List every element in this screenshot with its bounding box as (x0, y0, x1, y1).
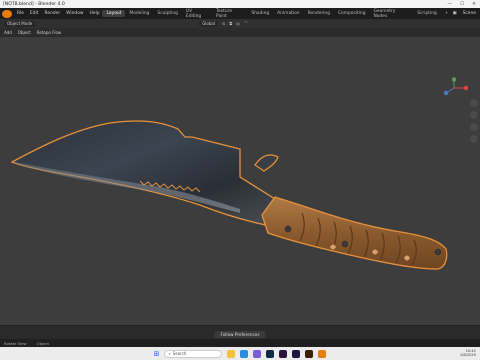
orientation-dropdown[interactable]: Global (199, 20, 218, 27)
object-menu[interactable]: Object (18, 30, 31, 35)
follow-preferences-notice[interactable]: Follow Preferences (214, 331, 266, 338)
menu-help[interactable]: Help (86, 11, 102, 16)
blender-logo-icon[interactable] (2, 9, 12, 18)
pan-icon[interactable] (470, 111, 478, 119)
menu-file[interactable]: File (14, 11, 27, 16)
taskbar-clock[interactable]: 10:41 1/8/2025 (460, 349, 476, 357)
taskbar-search[interactable]: ⌕ Search (164, 349, 223, 358)
scene-icon: ▣ (452, 11, 457, 16)
workspace-tab-sculpting[interactable]: Sculpting (153, 10, 182, 17)
taskbar-app-photoshop[interactable] (266, 349, 275, 358)
timeline-area: Follow Preferences (0, 325, 480, 339)
workspace-tab-scripting[interactable]: Scripting (413, 10, 441, 17)
taskbar-app-files[interactable] (227, 349, 236, 358)
taskbar-app-store[interactable] (253, 349, 262, 358)
workspace-tab-uv-editing[interactable]: UV Editing (182, 8, 212, 20)
taskbar-app-edge[interactable] (240, 349, 249, 358)
status-bar: Rotate View Object (0, 339, 480, 347)
taskbar-app-aftereffects[interactable] (292, 349, 301, 358)
scene-selector[interactable]: ▣ Scene (452, 11, 480, 16)
add-workspace-icon[interactable]: + (441, 10, 453, 17)
window-controls: — ☐ ✕ (447, 2, 480, 7)
clock-date: 1/8/2025 (459, 353, 476, 357)
maximize-icon[interactable]: ☐ (460, 2, 464, 7)
viewport-toolbar: Object Mode Global ⊙ ⧉ ◎ ⌒ (0, 19, 480, 28)
status-right: Object (36, 340, 50, 346)
workspace-tab-texture-paint[interactable]: Texture Paint (212, 8, 247, 20)
scene-label: Scene (462, 11, 476, 16)
workspace-tab-rendering[interactable]: Rendering (304, 10, 334, 17)
orientation-label: Global (202, 21, 215, 26)
workspace-tab-layout[interactable]: Layout (102, 10, 126, 17)
zoom-icon[interactable] (470, 99, 478, 107)
navigation-gizmo[interactable] (434, 77, 474, 99)
pivot-icon[interactable]: ⊙ (222, 21, 225, 26)
retopoflow-menu[interactable]: Retopo Flow (37, 30, 61, 35)
top-menubar: File Edit Render Window Help Layout Mode… (0, 8, 480, 19)
camera-view-icon[interactable] (470, 123, 478, 131)
guard-hook (254, 154, 279, 172)
perspective-toggle-icon[interactable] (470, 135, 478, 143)
workspace-tab-modeling[interactable]: Modeling (125, 10, 153, 17)
workspace-tab-animation[interactable]: Animation (273, 10, 303, 17)
viewport-header: Add Object Retopo Flow (0, 28, 480, 37)
proportional-falloff-icon[interactable]: ⌒ (244, 21, 248, 27)
menu-render[interactable]: Render (42, 11, 64, 16)
taskbar-app-premiere[interactable] (279, 349, 288, 358)
window-title: [NOT8.blend] - Blender 4.0 (3, 1, 65, 7)
mode-dropdown[interactable]: Object Mode (4, 20, 36, 27)
knife-model[interactable] (0, 37, 480, 325)
status-left: Rotate View (4, 340, 27, 346)
3d-viewport[interactable] (0, 37, 480, 325)
search-icon: ⌕ (168, 351, 171, 356)
minimize-icon[interactable]: — (447, 2, 452, 7)
windows-taskbar: ⊞ ⌕ Search 10:41 1/8/2025 (0, 347, 480, 360)
taskbar-app-blender[interactable] (318, 349, 327, 358)
menu-window[interactable]: Window (63, 11, 86, 16)
viewport-nav-buttons (470, 99, 478, 143)
close-icon[interactable]: ✕ (472, 2, 476, 7)
search-placeholder: Search (172, 351, 187, 356)
taskbar-app-illustrator[interactable] (305, 349, 314, 358)
snap-icon[interactable]: ⧉ (229, 21, 232, 26)
proportional-edit-icon[interactable]: ◎ (236, 21, 240, 26)
workspace-tab-geometry-nodes[interactable]: Geometry Nodes (370, 8, 414, 20)
windows-start-icon[interactable]: ⊞ (154, 350, 160, 358)
workspace-tab-compositing[interactable]: Compositing (334, 10, 370, 17)
menu-edit[interactable]: Edit (27, 11, 42, 16)
knife-handle (261, 196, 448, 270)
workspace-tab-shading[interactable]: Shading (247, 10, 273, 17)
add-menu[interactable]: Add (4, 30, 12, 35)
